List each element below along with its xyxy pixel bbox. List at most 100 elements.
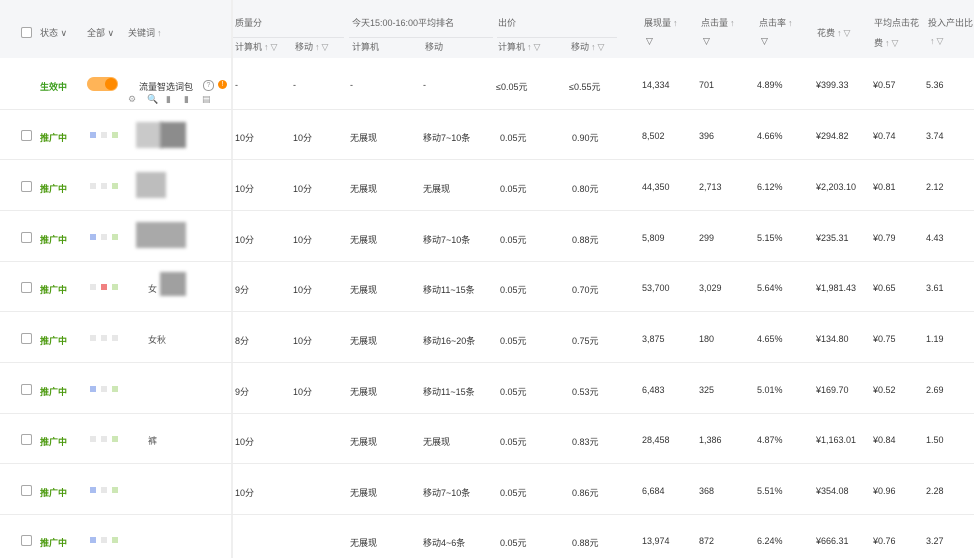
- rank-mobile: 移动7~10条: [423, 235, 471, 245]
- avg-cpc-header[interactable]: 平均点击花: [874, 16, 919, 29]
- bid-pc[interactable]: 0.05元: [500, 182, 527, 195]
- bid-mobile[interactable]: ≤0.55元: [569, 80, 600, 93]
- warning-icon[interactable]: !: [218, 80, 227, 89]
- row-checkbox[interactable]: [21, 485, 32, 496]
- qs-pc-header[interactable]: 计算机 ↑ ▽: [235, 40, 277, 53]
- avg-cpc: ¥0.79: [873, 233, 896, 243]
- roi: 4.43: [926, 233, 944, 243]
- bid-mobile[interactable]: 0.75元: [572, 334, 599, 347]
- keyword-header[interactable]: 关键词 ↑: [128, 26, 162, 39]
- row-divider: [0, 463, 974, 464]
- spend: ¥354.08: [816, 486, 849, 496]
- qs-pc: 10分: [235, 184, 255, 194]
- header-divider: [232, 37, 344, 38]
- avg-cpc-header-2[interactable]: 费 ↑ ▽: [874, 36, 898, 49]
- bid-pc[interactable]: 0.05元: [500, 131, 527, 144]
- bid-pc[interactable]: 0.05元: [500, 536, 527, 549]
- bid-pc[interactable]: 0.05元: [500, 385, 527, 398]
- ctr-header[interactable]: 点击率 ↑: [759, 16, 793, 29]
- filter-icon[interactable]: ▽: [761, 36, 768, 47]
- search-icon[interactable]: 🔍: [147, 94, 158, 105]
- bid-pc[interactable]: 0.05元: [500, 334, 527, 347]
- rank-mobile: 移动4~6条: [423, 538, 466, 548]
- clicks: 180: [699, 334, 715, 344]
- row-checkbox[interactable]: [21, 434, 32, 445]
- clicks-header[interactable]: 点击量 ↑: [701, 16, 735, 29]
- bid-pc[interactable]: 0.05元: [500, 283, 527, 296]
- bid-mobile[interactable]: 0.90元: [572, 131, 599, 144]
- rank-pc: 无展现: [350, 133, 378, 143]
- device-indicator: [112, 487, 118, 493]
- settings-icon[interactable]: ⚙: [128, 94, 136, 105]
- rank-pc: 无展现: [350, 235, 378, 245]
- qs-mobile: 10分: [293, 285, 313, 295]
- enable-toggle[interactable]: [87, 77, 118, 91]
- bid-mobile[interactable]: 0.86元: [572, 486, 599, 499]
- filter-icon[interactable]: ▽: [646, 36, 653, 47]
- all-filter[interactable]: 全部 ∨: [87, 26, 114, 39]
- qs-pc: 9分: [235, 387, 250, 397]
- bid-mobile[interactable]: 0.80元: [572, 182, 599, 195]
- impressions: 28,458: [642, 435, 670, 445]
- bid-mobile[interactable]: 0.53元: [572, 385, 599, 398]
- device-indicator: [101, 234, 107, 240]
- ctr: 4.65%: [757, 334, 783, 344]
- spend-header[interactable]: 花费 ↑ ▽: [817, 26, 850, 39]
- rank-mobile: 无展现: [423, 184, 451, 194]
- roi-sort[interactable]: ↑ ▽: [928, 36, 943, 47]
- row-checkbox[interactable]: [21, 384, 32, 395]
- bid-mobile[interactable]: 0.88元: [572, 233, 599, 246]
- roi: 2.12: [926, 182, 944, 192]
- roi-header[interactable]: 投入产出比: [928, 16, 973, 29]
- bid-pc[interactable]: 0.05元: [500, 435, 527, 448]
- bid-pc-header[interactable]: 计算机 ↑ ▽: [498, 40, 540, 53]
- bid-mobile[interactable]: 0.83元: [572, 435, 599, 448]
- bid-pc[interactable]: ≤0.05元: [496, 80, 527, 93]
- bid-mobile[interactable]: 0.70元: [572, 283, 599, 296]
- spend: ¥169.70: [816, 385, 849, 395]
- row-checkbox[interactable]: [21, 181, 32, 192]
- avg-cpc: ¥0.74: [873, 131, 896, 141]
- row-divider: [0, 514, 974, 515]
- redacted-keyword: [160, 272, 186, 296]
- status-filter[interactable]: 状态 ∨: [40, 26, 67, 39]
- help-icon[interactable]: ?: [203, 80, 214, 91]
- spend: ¥134.80: [816, 334, 849, 344]
- filter-icon[interactable]: ▽: [703, 36, 710, 47]
- row-divider: [0, 311, 974, 312]
- row-checkbox[interactable]: [21, 130, 32, 141]
- impressions: 6,483: [642, 385, 665, 395]
- status-text: 推广中: [40, 387, 68, 397]
- select-all-checkbox[interactable]: [21, 27, 32, 38]
- row-checkbox[interactable]: [21, 232, 32, 243]
- device-indicator: [101, 284, 107, 290]
- qs-pc: 8分: [235, 336, 250, 346]
- row-divider: [0, 109, 974, 110]
- bid-mobile[interactable]: 0.88元: [572, 536, 599, 549]
- bar-chart-icon[interactable]: ▮: [184, 94, 189, 105]
- avg-cpc: ¥0.96: [873, 486, 896, 496]
- rank-mobile: 移动11~15条: [423, 387, 475, 397]
- toggle-knob: [105, 78, 117, 90]
- keyword-package-name[interactable]: 流量智选词包: [139, 80, 193, 93]
- spend: ¥399.33: [816, 80, 849, 90]
- keyword-text[interactable]: 裤: [148, 434, 157, 447]
- clicks: 872: [699, 536, 715, 546]
- impressions-header[interactable]: 展现量 ↑: [644, 16, 678, 29]
- avg-cpc: ¥0.65: [873, 283, 896, 293]
- rank-mobile: 移动11~15条: [423, 285, 475, 295]
- chart-icon[interactable]: ▮: [166, 94, 171, 105]
- report-icon[interactable]: ▤: [202, 94, 211, 105]
- row-checkbox[interactable]: [21, 535, 32, 546]
- bid-pc[interactable]: 0.05元: [500, 486, 527, 499]
- row-checkbox[interactable]: [21, 333, 32, 344]
- roi: 2.28: [926, 486, 944, 496]
- keyword-text[interactable]: 女秋: [148, 333, 166, 346]
- bid-pc[interactable]: 0.05元: [500, 233, 527, 246]
- keyword-text[interactable]: 女: [148, 282, 157, 295]
- bid-mobile-header[interactable]: 移动 ↑ ▽: [571, 40, 604, 53]
- qs-mobile: 10分: [293, 387, 313, 397]
- row-checkbox[interactable]: [21, 282, 32, 293]
- qs-mobile-header[interactable]: 移动 ↑ ▽: [295, 40, 328, 53]
- rank-mobile: 移动16~20条: [423, 336, 476, 346]
